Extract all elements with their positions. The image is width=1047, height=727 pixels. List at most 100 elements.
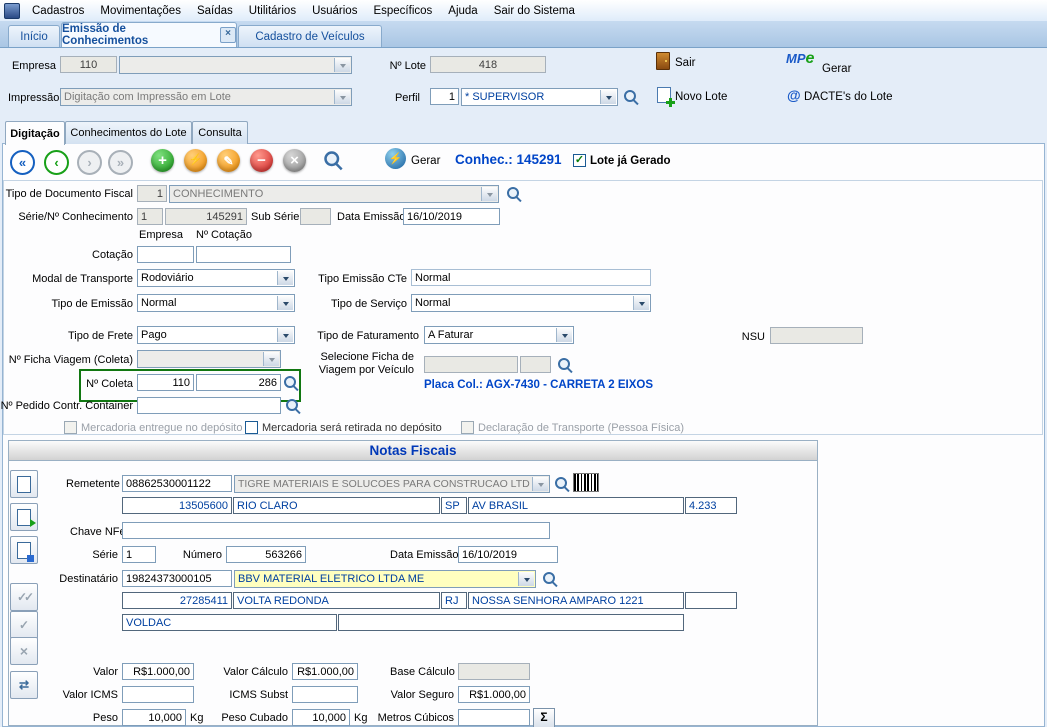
search-record-icon[interactable] xyxy=(323,150,343,170)
chevron-down-icon xyxy=(518,572,534,586)
chevron-down-icon xyxy=(334,58,350,72)
valor-seguro-field[interactable]: R$1.000,00 xyxy=(458,686,530,703)
destinatario-combo[interactable]: BBV MATERIAL ELETRICO LTDA ME xyxy=(234,570,536,588)
tab-consulta[interactable]: Consulta xyxy=(192,121,248,144)
menu-especificos[interactable]: Específicos xyxy=(365,2,440,20)
delete-record-button[interactable]: − xyxy=(250,149,273,172)
mercadoria-entregue-checkbox[interactable] xyxy=(64,421,77,434)
nf-cancel-button[interactable]: × xyxy=(10,637,38,665)
sair-button[interactable]: Sair xyxy=(675,57,695,69)
modal-combo[interactable]: Rodoviário xyxy=(137,269,295,287)
search-icon[interactable] xyxy=(623,89,639,105)
remetente-combo[interactable]: TIGRE MATERIAIS E SOLUCOES PARA CONSTRUC… xyxy=(234,475,550,493)
pedido-container-label: Nº Pedido Contr. Container xyxy=(0,400,133,412)
dacte-globe-icon[interactable]: @ xyxy=(787,87,801,103)
peso-field[interactable]: 10,000 xyxy=(122,709,186,726)
mpe-logo-icon[interactable]: MP e xyxy=(786,50,814,68)
edit-record-button[interactable]: ✎ xyxy=(217,149,240,172)
cotacao-label: Cotação xyxy=(58,249,133,261)
metros-cubicos-field[interactable] xyxy=(458,709,530,726)
search-icon[interactable] xyxy=(542,571,558,587)
chave-nfe-field[interactable] xyxy=(122,522,550,539)
ficha-viagem-combo[interactable] xyxy=(137,350,281,368)
nf-serie-field[interactable]: 1 xyxy=(122,546,156,563)
menu-cadastros[interactable]: Cadastros xyxy=(24,2,92,20)
tab-inicio[interactable]: Início xyxy=(8,25,60,47)
valor-icms-field[interactable] xyxy=(122,686,194,703)
close-tab-icon[interactable]: × xyxy=(220,27,236,43)
nf-data-emissao-field[interactable]: 16/10/2019 xyxy=(458,546,558,563)
coleta-empresa-field[interactable]: 110 xyxy=(137,374,194,391)
menu-usuarios[interactable]: Usuários xyxy=(304,2,365,20)
nav-prior-button[interactable]: ‹ xyxy=(44,150,69,175)
nf-confirm-all-button[interactable]: ✓✓ xyxy=(10,583,38,611)
novo-lote-button[interactable]: Novo Lote xyxy=(675,91,727,103)
declaracao-transporte-checkbox[interactable] xyxy=(461,421,474,434)
nf-edit-button[interactable] xyxy=(10,536,38,564)
peso-cubado-field[interactable]: 10,000 xyxy=(292,709,350,726)
nf-new-button[interactable] xyxy=(10,470,38,498)
coleta-numero-field[interactable]: 286 xyxy=(196,374,281,391)
icms-subst-field[interactable] xyxy=(292,686,358,703)
tab-conhecimentos-do-lote[interactable]: Conhecimentos do Lote xyxy=(65,121,192,144)
nav-first-button[interactable]: « xyxy=(10,150,35,175)
menu-ajuda[interactable]: Ajuda xyxy=(440,2,485,20)
dacte-do-lote-button[interactable]: DACTE's do Lote xyxy=(804,91,893,103)
tipo-emissao-combo[interactable]: Normal xyxy=(137,294,295,312)
tipo-doc-label: Tipo de Documento Fiscal xyxy=(4,188,133,200)
chevron-down-icon xyxy=(263,352,279,366)
new-lote-icon[interactable] xyxy=(657,87,671,103)
cancel-record-button[interactable]: × xyxy=(283,149,306,172)
tipo-frete-combo[interactable]: Pago xyxy=(137,326,295,344)
nav-last-button[interactable]: » xyxy=(108,150,133,175)
mercadoria-retirada-checkbox[interactable] xyxy=(245,421,258,434)
ficha-veiculo-field-2[interactable] xyxy=(520,356,551,373)
pedido-container-field[interactable] xyxy=(137,397,281,414)
perfil-number-field[interactable]: 1 xyxy=(430,88,459,105)
tab-cadastro-veiculos[interactable]: Cadastro de Veículos xyxy=(238,25,382,47)
menu-utilitarios[interactable]: Utilitários xyxy=(241,2,304,20)
search-icon[interactable] xyxy=(554,476,570,492)
valor-field[interactable]: R$1.000,00 xyxy=(122,663,194,680)
impressao-combo[interactable]: Digitação com Impressão em Lote xyxy=(60,88,352,106)
cotacao-numero-field[interactable] xyxy=(196,246,291,263)
search-icon[interactable] xyxy=(283,375,299,391)
quick-action-button[interactable]: ⚡ xyxy=(184,149,207,172)
ficha-veiculo-field-1[interactable] xyxy=(424,356,518,373)
tipo-faturamento-combo[interactable]: A Faturar xyxy=(424,326,574,344)
check-mark: ✓ xyxy=(575,154,584,166)
empresa-combo[interactable] xyxy=(119,56,352,74)
menu-saidas[interactable]: Saídas xyxy=(189,2,241,20)
exit-door-icon[interactable] xyxy=(656,52,670,70)
add-record-button[interactable]: + xyxy=(151,149,174,172)
gerar-toolbar-button[interactable]: Gerar xyxy=(411,155,440,167)
remetente-doc-field[interactable]: 08862530001122 xyxy=(122,475,232,492)
nav-next-button[interactable]: › xyxy=(77,150,102,175)
search-icon[interactable] xyxy=(557,357,573,373)
tab-emissao-conhecimentos[interactable]: Emissão de Conhecimentos × xyxy=(61,22,237,47)
cotacao-empresa-field[interactable] xyxy=(137,246,194,263)
tipo-doc-combo[interactable]: CONHECIMENTO xyxy=(169,185,499,203)
valor-calculo-field[interactable]: R$1.000,00 xyxy=(292,663,358,680)
nf-adjust-button[interactable]: ⇄ xyxy=(10,671,38,699)
search-icon[interactable] xyxy=(285,398,301,414)
tipo-faturamento-value: A Faturar xyxy=(428,329,473,341)
tab-digitacao[interactable]: Digitação xyxy=(5,121,65,145)
gerar-toolbar-icon[interactable]: ⚡ xyxy=(385,148,406,169)
perfil-combo[interactable]: * SUPERVISOR xyxy=(461,88,618,106)
gerar-header-button[interactable]: Gerar xyxy=(822,63,851,75)
destinatario-doc-field[interactable]: 19824373000105 xyxy=(122,570,232,587)
chevron-down-icon xyxy=(277,296,293,310)
nf-import-button[interactable] xyxy=(10,503,38,531)
data-emissao-field[interactable]: 16/10/2019 xyxy=(403,208,500,225)
remetente-uf-box: SP xyxy=(441,497,467,514)
menu-sair-do-sistema[interactable]: Sair do Sistema xyxy=(486,2,583,20)
search-icon[interactable] xyxy=(506,186,522,202)
sum-button[interactable]: Σ xyxy=(533,708,555,727)
nf-confirm-button[interactable]: ✓ xyxy=(10,611,38,639)
barcode-icon[interactable] xyxy=(573,473,599,492)
tipo-servico-combo[interactable]: Normal xyxy=(411,294,651,312)
lote-gerado-checkbox[interactable]: ✓ xyxy=(573,154,586,167)
menu-movimentacoes[interactable]: Movimentações xyxy=(92,2,189,20)
nf-numero-field[interactable]: 563266 xyxy=(226,546,306,563)
